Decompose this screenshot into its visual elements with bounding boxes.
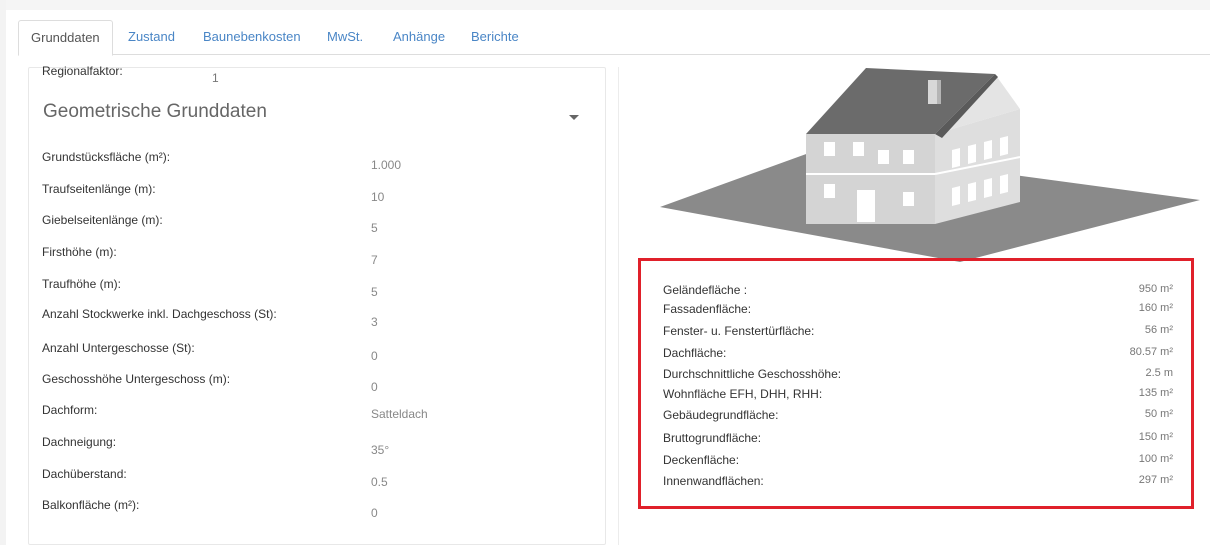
result-label: Fenster- u. Fenstertürfläche: [663, 324, 815, 338]
result-row: Gebäudegrundfläche: 50 m² [663, 408, 1173, 424]
result-label: Wohnfläche EFH, DHH, RHH: [663, 387, 823, 401]
top-margin [0, 0, 1210, 10]
left-edge [0, 0, 6, 545]
result-label: Deckenfläche: [663, 453, 740, 467]
field-row: Grundstücksfläche (m²): 1.000 [42, 150, 602, 172]
house-3d-icon [660, 68, 1200, 262]
field-label: Geschosshöhe Untergeschoss (m): [42, 372, 231, 386]
field-value: 7 [371, 253, 378, 267]
result-row: Dachfläche: 80.57 m² [663, 346, 1173, 362]
result-value: 297 m² [1138, 474, 1173, 486]
result-row: Geländefläche : 950 m² [663, 283, 1173, 299]
field-value: Satteldach [371, 407, 428, 421]
field-value: 35° [371, 443, 390, 457]
tab-bar: Grunddaten Zustand Baunebenkosten MwSt. … [18, 10, 1210, 56]
results-box: Geländefläche : 950 m² Fassadenfläche: 1… [638, 258, 1194, 509]
field-row: Dachform: Satteldach [42, 403, 602, 423]
result-label: Dachfläche: [663, 346, 727, 360]
field-row: Anzahl Untergeschosse (St): 0 [42, 341, 602, 363]
field-value: 5 [371, 285, 378, 299]
tab-grunddaten[interactable]: Grunddaten [18, 20, 113, 56]
field-value: 0 [371, 349, 378, 363]
field-row: Giebelseitenlänge (m): 5 [42, 213, 602, 235]
field-value: 0 [371, 506, 378, 520]
field-label: Anzahl Untergeschosse (St): [42, 341, 195, 355]
result-row: Bruttogrundfläche: 150 m² [663, 431, 1173, 447]
result-value: 80.57 m² [1129, 346, 1173, 358]
field-value: 0 [371, 380, 378, 394]
field-label: Traufseitenlänge (m): [42, 182, 156, 196]
field-value: 1.000 [371, 158, 402, 172]
result-label: Durchschnittliche Geschosshöhe: [663, 367, 842, 381]
field-row: Anzahl Stockwerke inkl. Dachgeschoss (St… [42, 307, 602, 329]
result-value: 160 m² [1138, 302, 1173, 314]
result-label: Innenwandflächen: [663, 474, 764, 488]
regionalfaktor-value: 1 [212, 71, 219, 85]
tab-berichte[interactable]: Berichte [459, 20, 531, 54]
result-row: Durchschnittliche Geschosshöhe: 2.5 m [663, 367, 1173, 383]
field-row: Geschosshöhe Untergeschoss (m): 0 [42, 372, 602, 394]
tab-baunebenkosten[interactable]: Baunebenkosten [191, 20, 313, 54]
result-value: 135 m² [1138, 387, 1173, 399]
field-label: Balkonfläche (m²): [42, 498, 140, 512]
result-value: 950 m² [1138, 283, 1173, 295]
field-row: Dachneigung: 35° [42, 435, 602, 457]
result-value: 2.5 m [1145, 367, 1173, 379]
result-value: 50 m² [1144, 408, 1173, 420]
field-label: Giebelseitenlänge (m): [42, 213, 163, 227]
field-label: Firsthöhe (m): [42, 245, 117, 259]
section-title: Geometrische Grunddaten [43, 101, 267, 122]
tab-zustand[interactable]: Zustand [116, 20, 187, 54]
field-row: Dachüberstand: 0.5 [42, 467, 602, 489]
field-row: Firsthöhe (m): 7 [42, 245, 602, 267]
result-label: Gebäudegrundfläche: [663, 408, 779, 422]
result-row: Fenster- u. Fenstertürfläche: 56 m² [663, 324, 1173, 340]
field-label: Anzahl Stockwerke inkl. Dachgeschoss (St… [42, 307, 277, 321]
result-label: Bruttogrundfläche: [663, 431, 762, 445]
result-row: Fassadenfläche: 160 m² [663, 302, 1173, 318]
result-row: Deckenfläche: 100 m² [663, 453, 1173, 469]
caret-down-icon[interactable] [569, 115, 579, 120]
field-row: Traufseitenlänge (m): 10 [42, 182, 602, 204]
column-divider [618, 67, 619, 545]
field-label: Traufhöhe (m): [42, 277, 121, 291]
field-label: Dachüberstand: [42, 467, 127, 481]
field-label: Grundstücksfläche (m²): [42, 150, 171, 164]
result-label: Geländefläche : [663, 283, 748, 297]
regionalfaktor-label: Regionalfaktor: [42, 64, 123, 78]
result-row: Wohnfläche EFH, DHH, RHH: 135 m² [663, 387, 1173, 403]
result-label: Fassadenfläche: [663, 302, 752, 316]
result-value: 150 m² [1138, 431, 1173, 443]
field-value: 10 [371, 190, 385, 204]
field-label: Dachneigung: [42, 435, 117, 449]
field-label: Dachform: [42, 403, 98, 417]
result-value: 100 m² [1138, 453, 1173, 465]
tab-mwst[interactable]: MwSt. [315, 20, 375, 54]
field-row: Balkonfläche (m²): 0 [42, 498, 602, 520]
result-value: 56 m² [1144, 324, 1173, 336]
field-row: Traufhöhe (m): 5 [42, 277, 602, 299]
result-row: Innenwandflächen: 297 m² [663, 474, 1173, 490]
field-value: 3 [371, 315, 378, 329]
field-value: 5 [371, 221, 378, 235]
tab-anhaenge[interactable]: Anhänge [381, 20, 457, 54]
field-value: 0.5 [371, 475, 388, 489]
